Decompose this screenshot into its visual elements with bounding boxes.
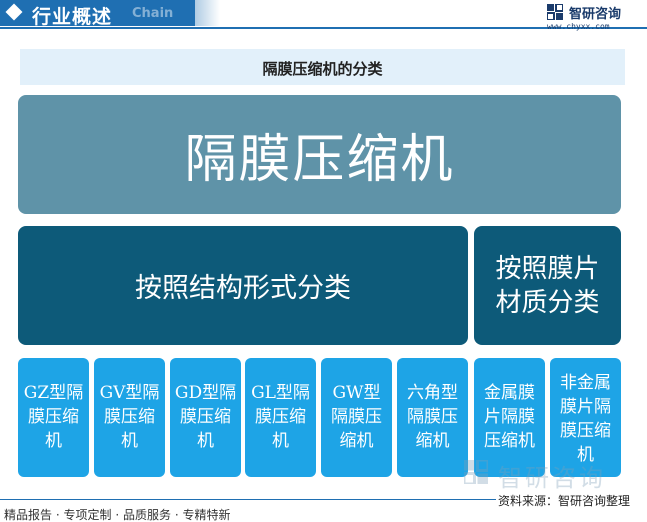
section-subtitle: Chain bbox=[132, 6, 174, 21]
source-note: 资料来源：智研咨询整理 bbox=[498, 494, 631, 508]
leaf-node-hexagonal: 六角型隔膜压缩机 bbox=[397, 358, 468, 477]
category-node-structure: 按照结构形式分类 bbox=[18, 226, 468, 345]
category-node-material: 按照膜片材质分类 bbox=[474, 226, 621, 345]
root-node-label: 隔膜压缩机 bbox=[184, 130, 455, 190]
diagram-title-band: 隔膜压缩机的分类 bbox=[20, 49, 625, 85]
chyxx-logo-icon bbox=[547, 4, 563, 20]
diagram-title: 隔膜压缩机的分类 bbox=[262, 60, 383, 78]
footer-item: 专精特新 bbox=[175, 508, 231, 522]
leaf-node-gz: GZ型隔膜压缩机 bbox=[18, 358, 89, 477]
leaf-node-gl: GL型隔膜压缩机 bbox=[245, 358, 316, 477]
brand-url: www.chyxx.com bbox=[547, 22, 610, 31]
footer-item: 精品报告 bbox=[4, 508, 53, 522]
watermark-text: 智研咨询 bbox=[498, 464, 606, 492]
source-divider bbox=[0, 499, 496, 500]
brand-logo[interactable]: 智研咨询 www.chyxx.com bbox=[547, 3, 639, 33]
leaf-node-gv: GV型隔膜压缩机 bbox=[94, 358, 165, 477]
page-header: 行业概述 Chain 智研咨询 www.chyxx.com bbox=[0, 0, 647, 36]
watermark-logo-icon bbox=[464, 460, 488, 484]
footer-tagline: 精品报告 专项定制 品质服务 专精特新 bbox=[4, 506, 230, 522]
footer-item: 品质服务 bbox=[115, 508, 171, 522]
brand-name: 智研咨询 bbox=[569, 7, 622, 22]
section-title: 行业概述 bbox=[32, 6, 113, 28]
leaf-node-gd: GD型隔膜压缩机 bbox=[170, 358, 241, 477]
root-node: 隔膜压缩机 bbox=[18, 95, 621, 214]
footer-item: 专项定制 bbox=[56, 508, 112, 522]
watermark: 智研咨询 bbox=[464, 458, 634, 492]
leaf-node-gw: GW型隔膜压缩机 bbox=[321, 358, 392, 477]
